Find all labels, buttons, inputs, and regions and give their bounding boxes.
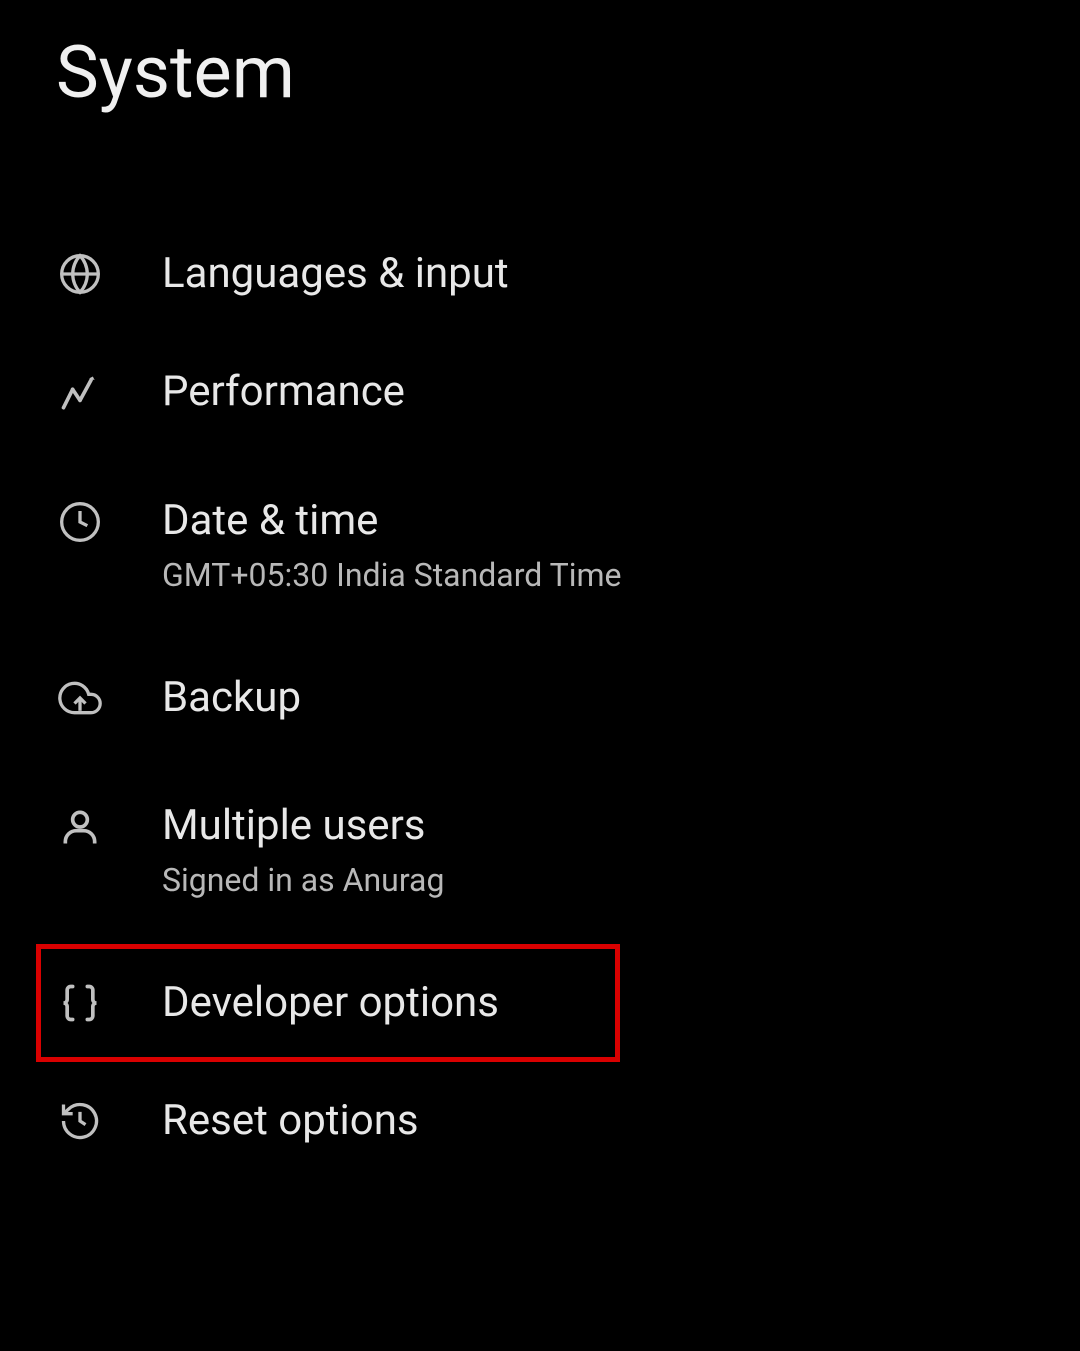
performance-icon (56, 369, 104, 417)
system-menu-list: Languages & input Performance Date & tim… (0, 215, 1080, 1181)
menu-item-label: Reset options (162, 1096, 419, 1146)
menu-item-label: Performance (162, 367, 405, 417)
menu-item-label: Backup (162, 673, 301, 723)
reset-icon (56, 1097, 104, 1145)
menu-item-multiple-users[interactable]: Multiple users Signed in as Anurag (0, 757, 1080, 944)
menu-item-date-time[interactable]: Date & time GMT+05:30 India Standard Tim… (0, 452, 1080, 639)
menu-item-label: Date & time (162, 496, 622, 546)
menu-item-languages-input[interactable]: Languages & input (0, 215, 1080, 333)
menu-item-subtitle: GMT+05:30 India Standard Time (162, 556, 622, 594)
globe-icon (56, 250, 104, 298)
page-title: System (0, 30, 1080, 115)
menu-item-label: Multiple users (162, 801, 444, 851)
menu-item-backup[interactable]: Backup (0, 639, 1080, 757)
user-icon (56, 803, 104, 851)
menu-item-performance[interactable]: Performance (0, 333, 1080, 451)
braces-icon (56, 979, 104, 1027)
cloud-upload-icon (56, 674, 104, 722)
menu-item-developer-options[interactable]: Developer options (36, 944, 620, 1062)
menu-item-subtitle: Signed in as Anurag (162, 861, 444, 899)
menu-item-reset-options[interactable]: Reset options (0, 1062, 1080, 1180)
clock-icon (56, 498, 104, 546)
menu-item-label: Developer options (162, 978, 499, 1028)
menu-item-label: Languages & input (162, 249, 509, 299)
